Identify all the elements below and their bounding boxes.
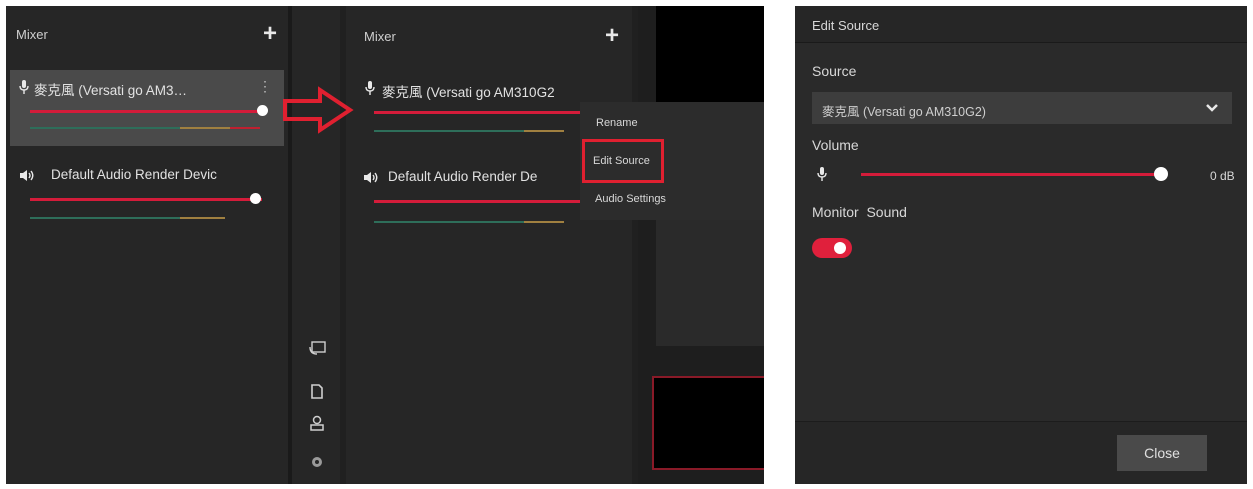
more-options-icon[interactable]: ⋮ [258,78,272,95]
mixer-panel: Mixer + 麥克風 (Versati go AM310G2 Default … [346,6,632,484]
volume-slider-track[interactable] [374,200,586,203]
menu-item-edit-source[interactable]: Edit Source [593,155,650,167]
monitor-toggle[interactable] [812,238,852,258]
source-heading: Source [812,63,857,79]
level-meter-peak [180,217,225,219]
source-select-value: 麥克風 (Versati go AM310G2) [822,105,986,119]
red-arrow-annotation [283,86,354,134]
close-button[interactable]: Close [1117,435,1207,471]
file-icon[interactable] [311,384,323,399]
menu-item-rename[interactable]: Rename [596,117,638,129]
chevron-down-icon [1205,103,1219,113]
volume-slider-track[interactable] [374,111,586,114]
level-meter [374,130,524,132]
preview-top [656,6,764,114]
monitor-sound-heading: Monitor Sound [812,204,907,220]
preview-thumbnail[interactable] [652,376,764,470]
dialog-volume-knob[interactable] [1154,167,1168,181]
source-label: 麥克風 (Versati go AM310G2 [382,85,555,100]
dialog-volume-track[interactable] [861,173,1161,176]
preview-area [638,6,764,484]
speaker-icon [19,169,35,182]
volume-slider-track[interactable] [30,110,262,113]
level-meter-clip [230,127,260,129]
volume-slider-knob[interactable] [250,193,261,204]
user-icon[interactable] [310,415,324,431]
level-meter [374,221,524,223]
level-meter-peak [524,130,564,132]
source-label: Default Audio Render Devic [51,167,217,182]
add-source-button[interactable]: + [605,24,619,48]
dialog-header: Edit Source [795,6,1247,43]
source-label: 麥克風 (Versati go AM3… [34,83,188,98]
volume-heading: Volume [812,137,859,153]
microphone-icon [19,80,29,94]
volume-slider-knob[interactable] [257,105,268,116]
mixer-title: Mixer [364,29,396,44]
dialog-footer: Close [795,421,1247,484]
dialog-title: Edit Source [812,18,880,33]
microphone-icon [365,81,375,95]
source-label: Default Audio Render De [388,169,538,184]
left-mixer-panel: Mixer + 麥克風 (Versati go AM3… ⋮ Default A… [6,6,288,484]
add-source-button[interactable]: + [263,22,277,46]
source-row-selected[interactable]: 麥克風 (Versati go AM3… ⋮ [10,70,284,146]
settings-icon[interactable] [310,454,324,470]
close-button-label: Close [1144,445,1180,461]
mixer-title: Mixer [16,27,48,42]
middle-app-area: Mixer + 麥克風 (Versati go AM310G2 Default … [292,6,764,484]
screen-share-icon[interactable] [309,341,326,356]
microphone-icon [817,167,827,181]
level-meter-peak [180,127,230,129]
level-meter [30,217,180,219]
toggle-knob [834,242,846,254]
volume-db-value: 0 dB [1210,169,1235,183]
edit-source-dialog: Edit Source Source 麥克風 (Versati go AM310… [795,6,1247,484]
volume-slider-track[interactable] [30,198,262,201]
source-select[interactable]: 麥克風 (Versati go AM310G2) [812,92,1232,124]
level-meter [30,127,180,129]
level-meter-peak [524,221,564,223]
preview-main [656,218,764,346]
vertical-toolbar [292,6,340,484]
speaker-icon [363,171,379,184]
menu-item-audio-settings[interactable]: Audio Settings [595,193,666,205]
context-menu: Rename Edit Source Audio Settings [580,102,764,220]
